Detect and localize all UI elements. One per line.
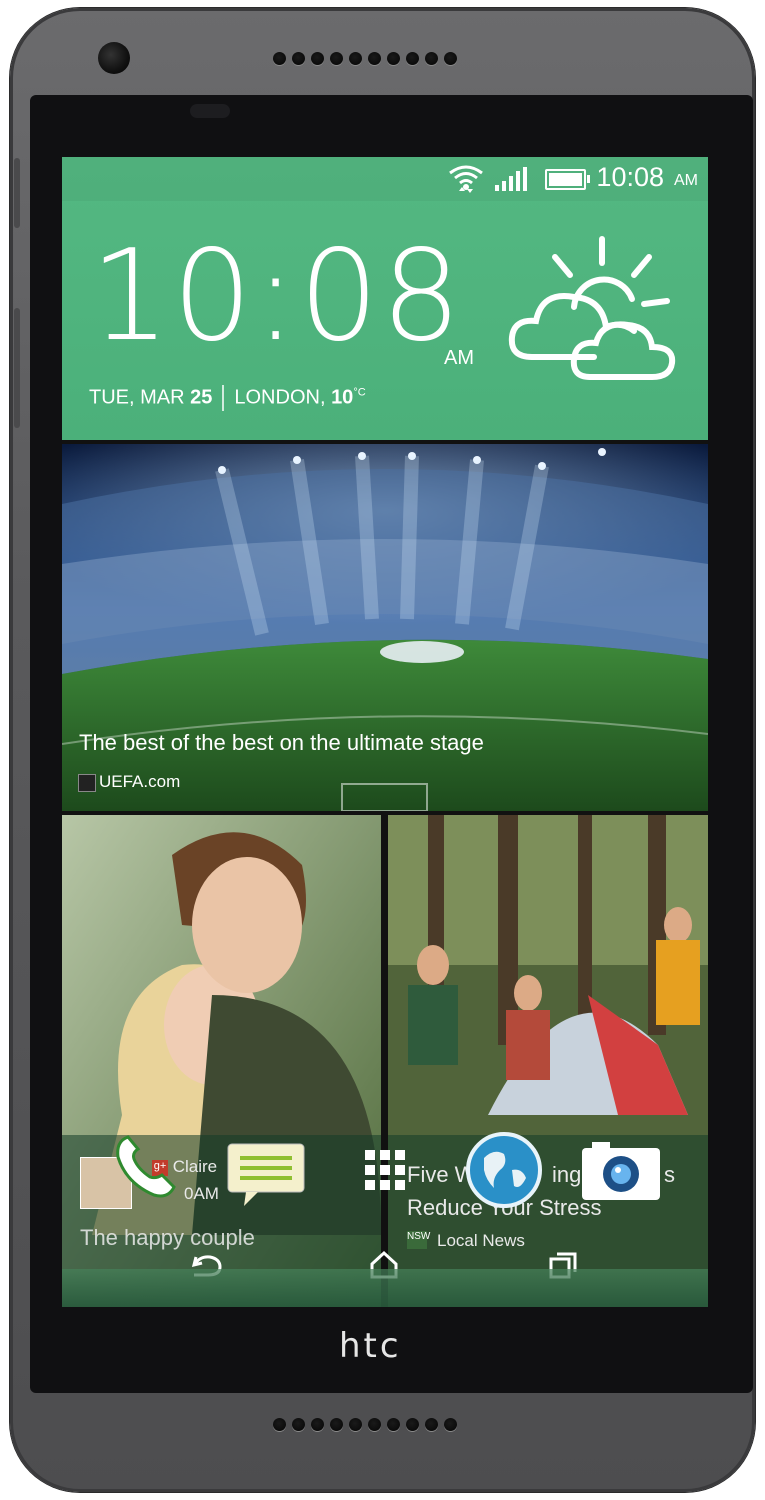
- status-time: 10:08: [596, 162, 664, 192]
- browser-icon[interactable]: [464, 1130, 544, 1210]
- power-button[interactable]: [14, 158, 20, 228]
- tile-title-couple[interactable]: The happy couple: [80, 1225, 255, 1251]
- clock-ampm: AM: [444, 347, 474, 369]
- clock-city: LONDON,: [234, 386, 326, 409]
- battery-icon: [545, 169, 590, 190]
- next-row-peek: [62, 1269, 708, 1307]
- app-drawer-icon[interactable]: [363, 1148, 407, 1192]
- date-separator: [222, 385, 225, 411]
- phone-icon[interactable]: [110, 1131, 182, 1203]
- camera-icon[interactable]: [580, 1140, 662, 1202]
- status-ampm: AM: [674, 172, 698, 189]
- status-bar: 10:08 AM: [62, 157, 708, 201]
- home-screen: 10:08 AM 10:08 AM TUE, MAR 25 LONDON, 10°…: [62, 157, 708, 1307]
- local-news-tile[interactable]: [388, 815, 708, 1307]
- news-source-local: Local News: [437, 1231, 525, 1250]
- news-feed-tile[interactable]: The best of the best on the ultimate sta…: [62, 444, 708, 811]
- tile-title-line1-end: s: [664, 1162, 675, 1187]
- top-speaker-grille: [273, 52, 457, 65]
- clock-day: TUE, MAR: [89, 386, 185, 409]
- volume-button[interactable]: [14, 308, 20, 428]
- front-camera: [98, 42, 130, 74]
- wifi-icon: [449, 165, 483, 193]
- uefa-logo-icon: [78, 774, 96, 792]
- camping-photo: [388, 815, 708, 1307]
- proximity-sensor: [190, 104, 230, 118]
- news-source: UEFA.com: [99, 772, 181, 791]
- clock-temp-unit: °C: [353, 386, 366, 399]
- clock-widget[interactable]: 10:08 AM 10:08 AM TUE, MAR 25 LONDON, 10°…: [62, 157, 708, 440]
- message-time: 0AM: [184, 1184, 219, 1203]
- partly-sunny-icon[interactable]: [502, 229, 682, 384]
- tile-title-line1-mid: ing: [552, 1162, 582, 1187]
- date-location-line: TUE, MAR 25 LONDON, 10°C: [89, 385, 366, 411]
- bottom-speaker-grille: [273, 1418, 457, 1431]
- clock-date: 25: [190, 386, 213, 409]
- htc-logo: htc: [339, 1326, 402, 1366]
- messages-icon[interactable]: [226, 1142, 308, 1210]
- news-headline[interactable]: The best of the best on the ultimate sta…: [79, 730, 484, 756]
- local-news-logo-icon: NSW: [407, 1231, 430, 1249]
- clock-temp: 10: [331, 386, 354, 409]
- clock-time: 10:08: [90, 222, 464, 369]
- signal-icon: [495, 167, 527, 191]
